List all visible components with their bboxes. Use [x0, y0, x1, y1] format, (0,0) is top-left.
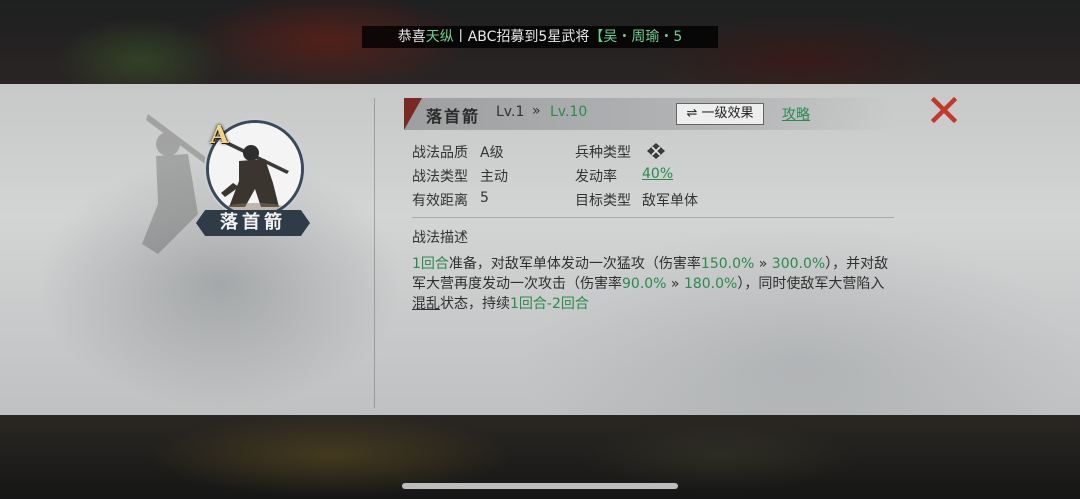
skill-type-label: 战法类型: [412, 169, 468, 185]
range-value: 5: [480, 190, 489, 206]
level-arrow: »: [532, 103, 541, 119]
quality-label: 战法品质: [412, 145, 468, 161]
desc-damage-1-max: 300.0%: [771, 256, 826, 272]
desc-arrow-1: »: [754, 256, 772, 272]
desc-damage-1-min: 150.0%: [700, 256, 755, 272]
level-current: Lv.1: [496, 104, 525, 120]
skill-type-value: 主动: [480, 169, 508, 185]
desc-status-chaos-link[interactable]: 混乱: [412, 296, 440, 312]
attributes-separator: [412, 217, 894, 218]
trigger-rate-label: 发动率: [575, 169, 617, 185]
home-indicator[interactable]: [402, 483, 678, 489]
announce-middle: 招募到5星武将: [496, 29, 590, 45]
target-type-label: 目标类型: [575, 193, 631, 209]
announce-server: 天纵: [425, 29, 454, 45]
skill-grade-badge: A: [210, 120, 229, 149]
announce-prefix: 恭喜: [397, 29, 426, 45]
desc-duration: 1回合-2回合: [510, 296, 589, 312]
quality-value: A级: [480, 145, 504, 161]
desc-damage-2-max: 180.0%: [683, 276, 738, 292]
skill-title: 落首箭: [426, 107, 481, 126]
desc-prep-rounds: 1回合: [412, 256, 449, 272]
skill-detail-panel: A 落首箭 落首箭 Lv.1 » Lv.10 ⇌ 一级效果 攻略 战法品质 A级…: [0, 84, 1080, 415]
trigger-rate-value[interactable]: 40%: [642, 166, 673, 182]
announce-general: 【吴・周瑜・5: [589, 29, 683, 45]
description-label: 战法描述: [412, 230, 468, 246]
desc-text-1: 准备，对敌军单体发动一次猛攻（伤害率: [448, 256, 701, 272]
panel-divider: [374, 98, 375, 408]
crossed-swords-icon: [647, 143, 665, 159]
strategy-link[interactable]: 攻略: [782, 104, 810, 124]
desc-text-3: ），同时使敌军大营陷入: [737, 276, 885, 292]
close-icon[interactable]: [930, 96, 958, 124]
level-max: Lv.10: [550, 104, 588, 120]
desc-damage-2-min: 90.0%: [622, 276, 667, 292]
skill-description: 1回合准备，对敌军单体发动一次猛攻（伤害率150.0% » 300.0%），并对…: [412, 254, 896, 314]
skill-name-plate: 落首箭: [196, 210, 310, 236]
desc-text-4: 状态，持续: [440, 296, 510, 312]
troop-type-label: 兵种类型: [575, 145, 631, 161]
target-type-value: 敌军单体: [642, 193, 698, 209]
recruit-announcement-banner: 恭喜天纵丨ABC招募到5星武将【吴・周瑜・5: [362, 26, 718, 48]
announce-player: 丨ABC: [453, 29, 497, 45]
desc-arrow-2: »: [666, 276, 684, 292]
level-effect-toggle-button[interactable]: ⇌ 一级效果: [676, 103, 764, 125]
range-label: 有效距离: [412, 193, 468, 209]
